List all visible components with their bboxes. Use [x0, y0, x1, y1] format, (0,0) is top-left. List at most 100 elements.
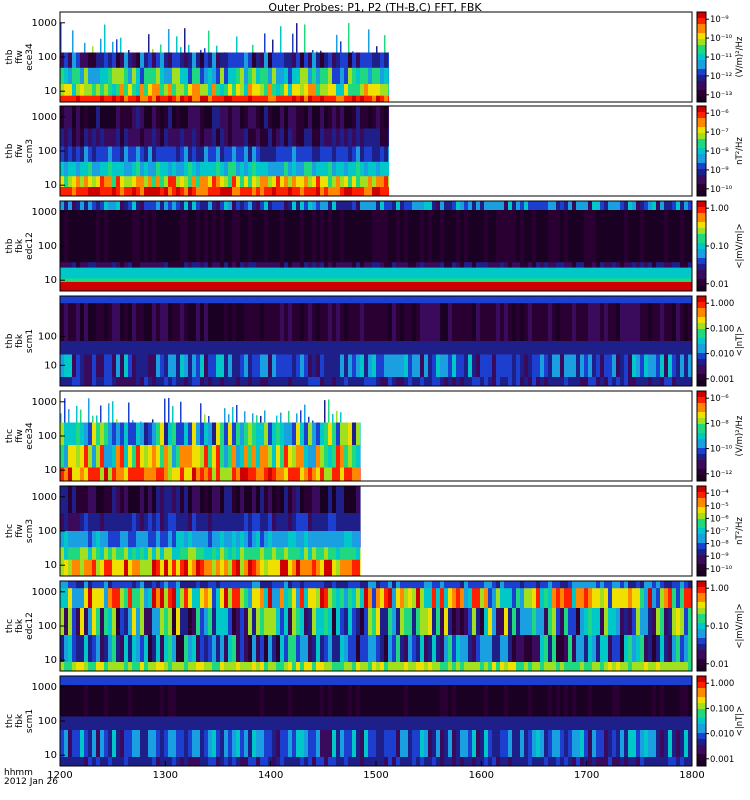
- x-tick-label: 1700: [574, 770, 599, 781]
- colorbar-tick-label: 10⁻⁸: [710, 419, 729, 429]
- colorbar-label: <|mV/m|>: [735, 603, 745, 648]
- y-tick-label: 100: [38, 716, 57, 727]
- y-tick-label: 10: [44, 465, 57, 476]
- x-tick-label: 1800: [679, 770, 704, 781]
- panel-label: ffw: [15, 144, 25, 158]
- panel-label: thb: [5, 333, 15, 348]
- colorbar-label: (V/m)²/Hz: [735, 36, 745, 77]
- panel-label: fbk: [15, 333, 25, 348]
- y-tick-label: 100: [38, 332, 57, 343]
- y-tick-label: 100: [38, 431, 57, 442]
- panel-4: 1000 100 10 thc ffw ece34 10⁻⁶ 10⁻⁸ 10⁻¹⁰ 10⁻¹² (V…: [5, 390, 745, 482]
- colorbar-label: (V/m)²/Hz: [735, 415, 745, 456]
- x-tick-label: 1400: [258, 770, 283, 781]
- colorbar-tick-label: 10⁻¹³: [710, 91, 732, 101]
- y-tick-label: 10: [44, 86, 57, 97]
- y-tick-label: 1000: [32, 207, 57, 218]
- colorbar-tick-label: 10⁻¹⁰: [710, 34, 733, 44]
- footer-date: 2012 Jan 26: [4, 777, 58, 787]
- colorbar-tick-label: 10⁻⁶: [710, 394, 729, 404]
- x-tick-label: 1300: [153, 770, 178, 781]
- panel-label: thc: [5, 524, 15, 538]
- panel-label: ffw: [15, 429, 25, 443]
- y-tick-label: 1000: [32, 682, 57, 693]
- colorbar-tick-label: 1.000: [710, 679, 734, 689]
- y-tick-label: 1000: [32, 18, 57, 29]
- panel-label: ece34: [25, 422, 35, 450]
- colorbar-tick-label: 0.01: [710, 660, 729, 670]
- panel-5: 1000 100 10 thc ffw scm3 10⁻⁴ 10⁻⁵ 10⁻⁶ 10⁻⁷ 10⁻⁸ 1…: [5, 485, 745, 577]
- colorbar-tick-label: 10⁻¹²: [710, 72, 732, 82]
- colorbar-tick-label: 10⁻⁸: [710, 147, 729, 157]
- y-tick-label: 10: [44, 180, 57, 191]
- y-tick-label: 100: [38, 52, 57, 63]
- colorbar-tick-label: 0.10: [710, 622, 729, 632]
- y-tick-label: 10: [44, 750, 57, 761]
- colorbar-tick-label: 10⁻¹⁰: [710, 185, 733, 195]
- colorbar-tick-label: 0.010: [710, 350, 734, 360]
- y-tick-label: 10: [44, 560, 57, 571]
- y-tick-label: 100: [38, 146, 57, 157]
- colorbar-tick-label: 10⁻¹²: [710, 470, 732, 480]
- y-tick-label: 10: [44, 655, 57, 666]
- panel-1: 1000 100 10 thb ffw scm3 10⁻⁶ 10⁻⁷ 10⁻⁸ 10⁻⁹ 10⁻¹⁰…: [5, 105, 745, 197]
- colorbar-tick-label: 10⁻⁷: [710, 128, 729, 138]
- panel-label: scm1: [25, 709, 35, 733]
- colorbar-tick-label: 0.001: [710, 755, 734, 765]
- y-tick-label: 10: [44, 360, 57, 371]
- panel-label: edc12: [25, 232, 35, 260]
- panel-label: ece34: [25, 43, 35, 71]
- panel-label: fbk: [15, 238, 25, 253]
- colorbar-tick-label: 10⁻⁹: [710, 552, 729, 562]
- colorbar-tick-label: 10⁻¹⁰: [710, 565, 733, 575]
- y-tick-label: 100: [38, 526, 57, 537]
- y-tick-label: 1000: [32, 587, 57, 598]
- colorbar-tick-label: 10⁻¹⁰: [710, 445, 733, 455]
- panel-label: thb: [5, 49, 15, 64]
- y-tick-label: 1000: [32, 492, 57, 503]
- panel-label: thc: [5, 714, 15, 728]
- panel-label: edc12: [25, 612, 35, 640]
- colorbar-label: <|nT|>: [735, 706, 745, 737]
- colorbar-tick-label: 0.10: [710, 242, 729, 252]
- panel-0: 1000 100 10 thb ffw ece34 10⁻⁹ 10⁻¹⁰ 10⁻¹¹ 10⁻¹² 1…: [5, 11, 745, 103]
- colorbar-tick-label: 10⁻¹¹: [710, 53, 732, 63]
- panel-label: scm1: [25, 329, 35, 353]
- panel-6: 1000 100 10 thc fbk edc12 1.00 0.10 0.01 <|mV/m|>: [5, 580, 745, 672]
- panel-3: 100 10 thb fbk scm1 1.000 0.100 0.010 0.001 <|nT|…: [5, 295, 745, 387]
- panel-label: thc: [5, 429, 15, 443]
- panel-label: scm3: [25, 519, 35, 543]
- y-tick-label: 1000: [32, 397, 57, 408]
- y-tick-label: 1000: [32, 112, 57, 123]
- colorbar-tick-label: 1.00: [710, 584, 729, 594]
- colorbar-label: <|mV/m|>: [735, 223, 745, 268]
- panel-label: thb: [5, 238, 15, 253]
- colorbar-label: <|nT|>: [735, 326, 745, 357]
- panel-label: fbk: [15, 713, 25, 728]
- y-tick-label: 100: [38, 241, 57, 252]
- panel-label: ffw: [15, 524, 25, 538]
- colorbar-tick-label: 10⁻⁵: [710, 502, 729, 512]
- spectrogram-figure: 100010010thb ffw ece3410⁻⁹10⁻¹⁰10⁻¹¹10⁻¹²1…: [4, 11, 745, 787]
- colorbar-tick-label: 10⁻⁶: [710, 514, 729, 524]
- panel-7: 1000 100 10 thc fbk scm1 1.000 0.100 0.010 0.001 <…: [5, 675, 745, 767]
- panel-label: thb: [5, 143, 15, 158]
- colorbar-tick-label: 0.100: [710, 704, 734, 714]
- x-tick-label: 1600: [469, 770, 494, 781]
- colorbar-tick-label: 10⁻⁸: [710, 540, 729, 550]
- panel-label: fbk: [15, 618, 25, 633]
- panel-label: ffw: [15, 50, 25, 64]
- colorbar-tick-label: 10⁻⁶: [710, 109, 729, 119]
- panel-2: 1000 100 10 thb fbk edc12 1.00 0.10 0.01 <|mV/m|>: [5, 200, 745, 292]
- colorbar-tick-label: 10⁻⁹: [710, 166, 729, 176]
- colorbar-tick-label: 10⁻⁹: [710, 15, 729, 25]
- colorbar-tick-label: 0.001: [710, 375, 734, 385]
- colorbar-tick-label: 0.01: [710, 280, 729, 290]
- x-tick-label: 1500: [363, 770, 388, 781]
- colorbar-tick-label: 10⁻⁷: [710, 527, 729, 537]
- y-tick-label: 10: [44, 275, 57, 286]
- y-tick-label: 100: [38, 621, 57, 632]
- panel-label: scm3: [25, 139, 35, 163]
- panel-label: thc: [5, 619, 15, 633]
- colorbar-tick-label: 0.010: [710, 730, 734, 740]
